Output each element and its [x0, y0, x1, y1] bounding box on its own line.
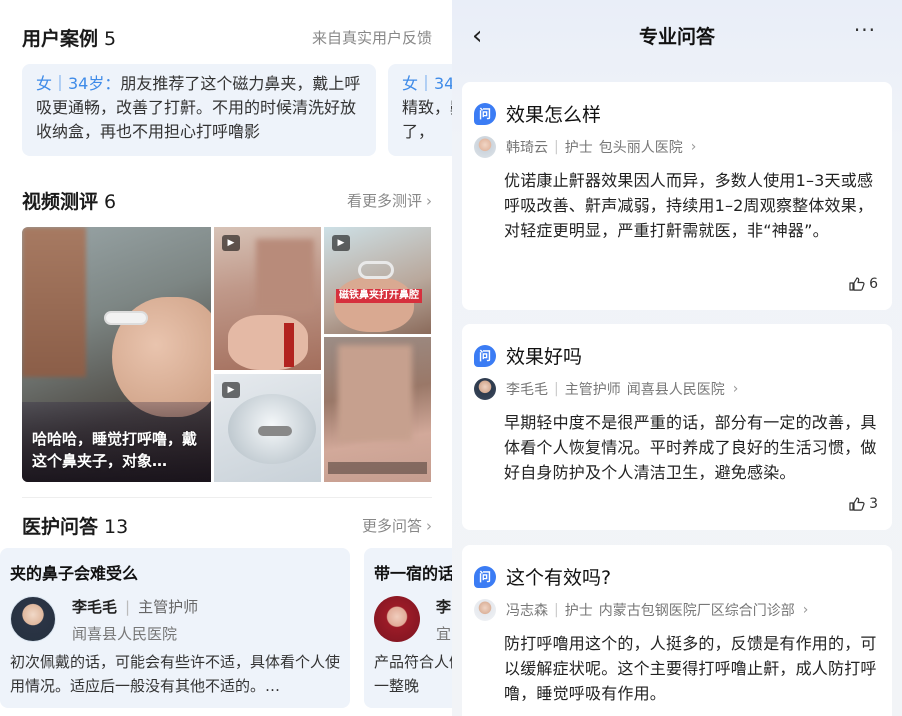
doctor-hospital: 闻喜县人民医院 [72, 625, 178, 643]
like-count: 6 [869, 276, 878, 292]
hand-image [228, 315, 308, 370]
case-text: 精致，鼾了， [402, 98, 452, 141]
answerer-name: 韩琦云 [506, 140, 548, 156]
cases-title: 用户案例 5 [22, 28, 117, 50]
nav-bar: ‹ 专业问答 ··· [452, 0, 902, 72]
screen: 用户案例 5 来自真实用户反馈 女｜34岁：朋友推荐了这个磁力鼻夹，戴上呼吸更通畅… [0, 0, 902, 716]
divider [22, 497, 432, 498]
doctor-info: 李 宜 [374, 596, 451, 644]
cases-source: 来自真实用户反馈 [311, 29, 432, 47]
thumb-label: 磁铁鼻夹打开鼻腔 [336, 289, 422, 303]
hand-image [334, 277, 414, 332]
play-icon: ▶ [332, 235, 350, 251]
qa-question: 夹的鼻子会难受么 [10, 564, 139, 583]
qa-question: 带一宿的话 [374, 564, 452, 583]
blurred-face [256, 239, 314, 311]
answerer-role: 护士 [564, 603, 593, 619]
like-button[interactable]: 6 [849, 276, 878, 292]
blurred-face [338, 345, 412, 441]
videos-title: 视频测评 6 [22, 191, 117, 213]
avatar [474, 136, 496, 158]
video-thumb[interactable]: 磁铁鼻夹打开鼻腔 ▶ [324, 227, 431, 334]
thumbs-up-icon [849, 277, 865, 291]
question-text: 这个有效吗? [506, 567, 612, 589]
question-badge-icon: 问 [474, 565, 496, 588]
answerer-role: 主管护师 [564, 382, 621, 398]
play-icon: ▶ [222, 382, 240, 398]
case-card[interactable]: 女｜34 精致，鼾了， [388, 64, 452, 156]
answerer-row[interactable]: 韩琦云 | 护士 包头丽人医院 › [474, 136, 696, 158]
question-badge-icon: 问 [474, 102, 496, 125]
doctor-role: 主管护师 [138, 598, 199, 616]
video-caption: 哈哈哈，睡觉打呼噜，戴这个鼻夹子，对象… [32, 430, 198, 470]
doctor-name: 李毛毛 [72, 598, 118, 616]
videos-header: 视频测评 6 看更多测评 › [22, 187, 432, 214]
avatar [374, 596, 420, 642]
videos-more-link[interactable]: 看更多测评 › [347, 190, 432, 211]
answerer-name: 李毛毛 [506, 382, 548, 398]
avatar [474, 378, 496, 400]
answerer-role: 护士 [564, 140, 593, 156]
more-icon[interactable]: ··· [854, 18, 876, 42]
nose-clip-image [104, 311, 148, 325]
qa-more-link[interactable]: 更多问答 › [362, 515, 432, 536]
answer-text: 早期轻中度不是很严重的话，部分有一定的改善，具体看个人恢复情况。平时养成了良好的… [504, 413, 877, 482]
video-main[interactable]: 哈哈哈，睡觉打呼噜，戴这个鼻夹子，对象… [22, 227, 211, 482]
question-text: 效果怎么样 [506, 104, 602, 126]
qa-count: 13 [104, 516, 129, 538]
answer-text: 防打呼噜用这个的，人挺多的，反馈是有作用的，可以缓解症状呢。这个主要得打呼噜止鼾… [504, 634, 877, 703]
qa-card[interactable]: 夹的鼻子会难受么 李毛毛 | 主管护师 闻喜县人民医院 初次佩戴的话，可能会有些许不… [0, 548, 350, 708]
nose-clip-image [258, 426, 292, 436]
cases-header: 用户案例 5 来自真实用户反馈 [22, 24, 432, 51]
qa-title: 医护问答 13 [22, 516, 129, 538]
video-thumb[interactable] [324, 337, 431, 482]
product-detail-panel: 用户案例 5 来自真实用户反馈 女｜34岁：朋友推荐了这个磁力鼻夹，戴上呼吸更通畅… [0, 0, 452, 716]
cases-count: 5 [104, 28, 117, 50]
answerer-row[interactable]: 李毛毛 | 主管护师 闻喜县人民医院 › [474, 378, 738, 400]
video-thumb[interactable]: ▶ [214, 227, 321, 370]
qa-header: 医护问答 13 更多问答 › [22, 512, 432, 539]
professional-qa-panel: ‹ 专业问答 ··· 问 效果怎么样 韩琦云 | 护士 包头丽人医院 › 优诺康… [452, 0, 902, 716]
answerer-name: 冯志森 [506, 603, 548, 619]
video-thumb[interactable]: ▶ [214, 374, 321, 482]
thumbs-up-icon [849, 497, 865, 511]
answerer-hospital: 内蒙古包钢医院厂区综合门诊部 [598, 603, 795, 619]
avatar [474, 599, 496, 621]
doctor-info: 李毛毛 | 主管护师 闻喜县人民医院 [10, 596, 198, 644]
chevron-right-icon: › [802, 602, 809, 618]
case-card[interactable]: 女｜34岁：朋友推荐了这个磁力鼻夹，戴上呼吸更通畅，改善了打鼾。不用的时候清洗好… [22, 64, 376, 156]
chevron-right-icon: › [732, 381, 739, 397]
nose-clip-image [358, 261, 394, 279]
question-text: 效果好吗 [506, 346, 583, 368]
videos-count: 6 [104, 191, 117, 213]
question-badge-icon: 问 [474, 344, 496, 367]
blurred-face [22, 227, 86, 377]
like-count: 3 [869, 496, 878, 512]
answerer-row[interactable]: 冯志森 | 护士 内蒙古包钢医院厂区综合门诊部 › [474, 599, 808, 621]
page-title: 专业问答 [638, 26, 715, 48]
answerer-hospital: 闻喜县人民医院 [626, 382, 725, 398]
subtitle-bar [328, 462, 427, 474]
chevron-right-icon: › [426, 191, 432, 210]
case-tag: 女｜34 [402, 74, 452, 93]
like-button[interactable]: 3 [849, 496, 878, 512]
answer-text: 优诺康止鼾器效果因人而异，多数人使用1–3天或感呼吸改善、鼾声减弱，持续用1–2… [504, 171, 874, 240]
answerer-hospital: 包头丽人医院 [598, 140, 683, 156]
doctor-hospital: 宜 [436, 625, 452, 643]
qa-item[interactable]: 问 效果好吗 李毛毛 | 主管护师 闻喜县人民医院 › 早期轻中度不是很严重的话… [462, 324, 892, 530]
qa-card[interactable]: 带一宿的话 李 宜 产品符合人佩戴一整晚 [364, 548, 452, 708]
product-image [284, 323, 294, 367]
chevron-right-icon: › [690, 139, 697, 155]
chevron-right-icon: › [426, 516, 432, 535]
doctor-name: 李 [436, 598, 452, 616]
qa-item[interactable]: 问 效果怎么样 韩琦云 | 护士 包头丽人医院 › 优诺康止鼾器效果因人而异，多… [462, 82, 892, 310]
qa-item[interactable]: 问 这个有效吗? 冯志森 | 护士 内蒙古包钢医院厂区综合门诊部 › 防打呼噜用… [462, 545, 892, 716]
qa-answer: 初次佩戴的话，可能会有些许不适，具体看个人使用情况。适应后一般没有其他不适的。… [10, 653, 341, 695]
avatar [10, 596, 56, 642]
qa-answer: 产品符合人佩戴一整晚 [374, 653, 452, 695]
play-icon: ▶ [222, 235, 240, 251]
case-tag: 女｜34岁： [36, 74, 121, 93]
